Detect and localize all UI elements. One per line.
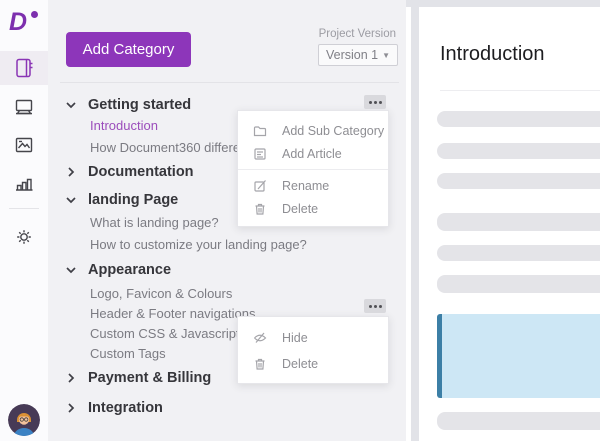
category-label: Integration bbox=[88, 400, 163, 416]
app-window: D bbox=[0, 0, 600, 441]
text-placeholder-bar bbox=[437, 173, 600, 189]
rename-icon bbox=[253, 179, 267, 193]
project-version-label: Project Version bbox=[319, 28, 396, 40]
rail-divider bbox=[9, 208, 39, 209]
article-label: How Document360 differen bbox=[90, 140, 247, 155]
add-sub-category-icon bbox=[253, 124, 267, 138]
menu-item-delete[interactable]: Delete bbox=[238, 197, 388, 220]
browser-icon[interactable] bbox=[13, 96, 35, 118]
category-label: Appearance bbox=[88, 262, 171, 278]
menu-item-label: Hide bbox=[282, 331, 308, 345]
ellipsis-icon[interactable] bbox=[364, 95, 386, 109]
delete-icon bbox=[253, 202, 267, 216]
add-category-button[interactable]: Add Category bbox=[66, 32, 191, 67]
chevron-down-icon bbox=[65, 194, 77, 206]
menu-item-label: Add Article bbox=[282, 147, 342, 161]
callout-placeholder bbox=[437, 314, 600, 398]
icon-rail: D bbox=[0, 0, 48, 441]
chevron-down-icon bbox=[65, 264, 77, 276]
text-placeholder-bar bbox=[437, 412, 600, 430]
panel-divider bbox=[60, 82, 399, 83]
category-context-menu: Add Sub Category Add Article Rename bbox=[237, 110, 389, 227]
article-label: Header & Footer navigations bbox=[90, 306, 255, 321]
menu-item-label: Rename bbox=[282, 179, 329, 193]
add-article-icon bbox=[253, 147, 267, 161]
menu-item-delete[interactable]: Delete bbox=[238, 351, 388, 377]
settings-icon[interactable] bbox=[13, 226, 35, 248]
logo-dot bbox=[31, 11, 38, 18]
category-label: landing Page bbox=[88, 192, 178, 208]
article-label: What is landing page? bbox=[90, 215, 219, 230]
docs-icon[interactable] bbox=[13, 57, 35, 79]
hide-icon bbox=[253, 331, 267, 345]
article-title: Introduction bbox=[440, 43, 545, 66]
menu-divider bbox=[238, 169, 388, 170]
article-label: Custom CSS & Javascript bbox=[90, 326, 240, 341]
menu-item-label: Add Sub Category bbox=[282, 124, 384, 138]
menu-item-label: Delete bbox=[282, 202, 318, 216]
article-context-menu: Hide Delete bbox=[237, 316, 389, 384]
article-label: How to customize your landing page? bbox=[90, 237, 307, 252]
caret-down-icon: ▼ bbox=[382, 51, 390, 60]
ellipsis-icon[interactable] bbox=[364, 299, 386, 313]
chevron-right-icon bbox=[65, 372, 77, 384]
tree-category-integration[interactable]: Integration bbox=[48, 395, 406, 421]
article-label: Custom Tags bbox=[90, 346, 166, 361]
article-preview-card: Introduction bbox=[419, 7, 600, 441]
menu-item-add-sub-category[interactable]: Add Sub Category bbox=[238, 119, 388, 142]
category-label: Payment & Billing bbox=[88, 370, 211, 386]
version-select[interactable]: Version 1 ▼ bbox=[318, 44, 398, 66]
images-icon[interactable] bbox=[13, 134, 35, 156]
analytics-icon[interactable] bbox=[13, 172, 35, 194]
text-placeholder-bar bbox=[437, 275, 600, 293]
menu-item-hide[interactable]: Hide bbox=[238, 325, 388, 351]
category-label: Getting started bbox=[88, 97, 191, 113]
logo-letter: D bbox=[9, 8, 26, 36]
article-label: Logo, Favicon & Colours bbox=[90, 286, 232, 301]
tree-article-customize-landing-page[interactable]: How to customize your landing page? bbox=[48, 234, 406, 254]
text-placeholder-bar bbox=[437, 245, 600, 261]
menu-item-label: Delete bbox=[282, 357, 318, 371]
text-placeholder-bar bbox=[437, 213, 600, 231]
panel-scrollbar-track[interactable] bbox=[411, 0, 419, 441]
category-tree-panel: Add Category Project Version Version 1 ▼… bbox=[48, 0, 406, 441]
text-placeholder-bar bbox=[437, 143, 600, 159]
tree-article-logo-favicon-colours[interactable]: Logo, Favicon & Colours bbox=[48, 283, 406, 303]
chevron-right-icon bbox=[65, 402, 77, 414]
text-placeholder-bar bbox=[437, 111, 600, 127]
chevron-right-icon bbox=[65, 166, 77, 178]
menu-item-rename[interactable]: Rename bbox=[238, 174, 388, 197]
category-label: Documentation bbox=[88, 164, 194, 180]
title-divider bbox=[440, 90, 600, 91]
content-top-gutter bbox=[406, 0, 600, 7]
version-select-value: Version 1 bbox=[326, 48, 378, 62]
document360-logo[interactable]: D bbox=[9, 8, 39, 36]
delete-icon bbox=[253, 357, 267, 371]
chevron-down-icon bbox=[65, 99, 77, 111]
article-label: Introduction bbox=[90, 118, 158, 133]
user-avatar[interactable] bbox=[8, 404, 40, 436]
tree-category-appearance[interactable]: Appearance bbox=[48, 257, 406, 283]
menu-item-add-article[interactable]: Add Article bbox=[238, 142, 388, 165]
